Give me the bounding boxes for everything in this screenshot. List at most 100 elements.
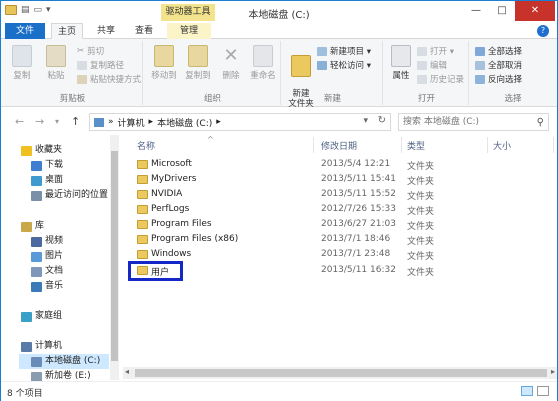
- table-row[interactable]: Windows 2013/7/1 23:48 文件夹: [133, 247, 553, 262]
- up-button[interactable]: ↑: [71, 115, 80, 128]
- title-bar: ▤ ▭ ▾ 驱动器工具 本地磁盘 (C:) — □ ✕: [1, 1, 557, 23]
- new-item-button[interactable]: 新建项目 ▾: [317, 45, 371, 57]
- select-all-button[interactable]: 全部选择: [475, 45, 522, 57]
- select-none-button[interactable]: 全部取消: [475, 59, 522, 71]
- sort-indicator-icon: ^: [207, 135, 214, 144]
- properties-button[interactable]: 属性: [387, 45, 415, 81]
- close-button[interactable]: ✕: [515, 1, 555, 21]
- column-header-name[interactable]: 名称: [137, 139, 155, 152]
- search-icon[interactable]: ⚲: [537, 115, 544, 131]
- tab-view[interactable]: 查看: [129, 23, 159, 39]
- forward-button[interactable]: →: [35, 115, 44, 128]
- nav-homegroup[interactable]: 家庭组: [21, 309, 62, 324]
- table-row[interactable]: NVIDIA 2013/5/11 15:52 文件夹: [133, 187, 553, 202]
- column-header-type[interactable]: 类型: [407, 139, 425, 152]
- table-row[interactable]: PerfLogs 2012/7/26 15:33 文件夹: [133, 202, 553, 217]
- nav-favorites[interactable]: 收藏夹: [21, 143, 62, 158]
- invert-selection-icon: [475, 74, 485, 84]
- select-none-icon: [475, 60, 485, 70]
- table-row[interactable]: MyDrivers 2013/5/11 15:41 文件夹: [133, 172, 553, 187]
- column-divider[interactable]: [313, 137, 314, 153]
- back-button[interactable]: ←: [15, 115, 24, 128]
- breadcrumb-separator[interactable]: ▸: [216, 117, 221, 127]
- paste-shortcut-icon: [77, 74, 87, 84]
- breadcrumb-root[interactable]: »: [108, 117, 114, 127]
- scroll-right-icon[interactable]: ▸: [551, 367, 555, 376]
- drive-c-icon: [31, 356, 42, 367]
- select-group-label: 选择: [504, 94, 522, 104]
- nav-libraries[interactable]: 库: [21, 219, 44, 234]
- move-to-button[interactable]: 移动到: [149, 45, 179, 81]
- address-row: ← → ▾ ↑ » 计算机 ▸ 本地磁盘 (C:) ▸ ▾ ↻ 搜索 本地磁盘 …: [1, 109, 557, 135]
- table-row[interactable]: Program Files 2013/6/27 21:03 文件夹: [133, 217, 553, 232]
- open-group-label: 打开: [417, 94, 435, 104]
- breadcrumb-computer[interactable]: 计算机: [118, 116, 145, 129]
- refresh-icon[interactable]: ↻: [378, 115, 386, 126]
- tab-file[interactable]: 文件: [5, 23, 45, 39]
- nav-videos[interactable]: 视频: [31, 234, 63, 249]
- breadcrumb-drive[interactable]: 本地磁盘 (C:): [157, 116, 212, 129]
- nav-pane-scrollbar-thumb[interactable]: [111, 151, 118, 361]
- nav-downloads[interactable]: 下载: [31, 158, 63, 173]
- nav-music[interactable]: 音乐: [31, 279, 63, 294]
- open-button[interactable]: 打开 ▾: [417, 45, 454, 57]
- search-input[interactable]: 搜索 本地磁盘 (C:) ⚲: [398, 113, 549, 131]
- nav-pane-scrollbar[interactable]: [110, 135, 119, 380]
- video-icon: [31, 236, 42, 247]
- address-dropdown-icon[interactable]: ▾: [363, 116, 368, 126]
- copy-button[interactable]: 复制: [7, 45, 37, 81]
- details-view-icon[interactable]: [521, 386, 533, 396]
- tab-home[interactable]: 主页: [51, 23, 83, 39]
- table-row[interactable]: 用户 2013/5/11 16:32 文件夹: [133, 263, 553, 278]
- copy-path-button[interactable]: 复制路径: [77, 59, 124, 71]
- invert-selection-button[interactable]: 反向选择: [475, 73, 522, 85]
- large-icons-view-icon[interactable]: [537, 386, 549, 396]
- breadcrumb-separator[interactable]: ▸: [149, 117, 154, 127]
- history-button[interactable]: 历史记录: [417, 73, 464, 85]
- horizontal-scrollbar[interactable]: ◂ ▸: [123, 367, 557, 379]
- edit-button[interactable]: 编辑: [417, 59, 447, 71]
- organize-group-label: 组织: [203, 94, 221, 104]
- easy-access-button[interactable]: 轻松访问 ▾: [317, 59, 371, 71]
- pictures-icon: [31, 251, 42, 262]
- column-divider[interactable]: [487, 137, 488, 153]
- help-icon[interactable]: ?: [537, 25, 549, 37]
- library-icon: [21, 221, 32, 232]
- nav-recent-places[interactable]: 最近访问的位置: [31, 188, 108, 203]
- scissors-icon: ✂: [77, 46, 85, 56]
- minimize-button[interactable]: —: [463, 1, 489, 21]
- new-group: 新建 文件夹 新建项目 ▾ 轻松访问 ▾ 新建: [283, 41, 383, 109]
- tab-share[interactable]: 共享: [91, 23, 121, 39]
- rename-button[interactable]: 重命名: [247, 45, 279, 81]
- column-header-date[interactable]: 修改日期: [321, 139, 357, 152]
- nav-documents[interactable]: 文档: [31, 264, 63, 279]
- folder-icon: [137, 160, 148, 169]
- status-bar: 8 个项目: [1, 381, 557, 401]
- recent-locations-button[interactable]: ▾: [55, 117, 59, 126]
- window-controls: — □ ✕: [463, 1, 555, 21]
- horizontal-scrollbar-thumb[interactable]: [135, 369, 547, 377]
- select-group: 全部选择 全部取消 反向选择 选择: [471, 41, 555, 105]
- table-row[interactable]: Program Files (x86) 2013/7/1 18:46 文件夹: [133, 232, 553, 247]
- folder-icon: [137, 175, 148, 184]
- maximize-button[interactable]: □: [489, 1, 515, 21]
- address-bar[interactable]: » 计算机 ▸ 本地磁盘 (C:) ▸ ▾ ↻: [89, 113, 391, 131]
- cut-button[interactable]: ✂ 剪切: [77, 45, 104, 57]
- paste-shortcut-button[interactable]: 粘贴快捷方式: [77, 73, 141, 85]
- nav-desktop[interactable]: 桌面: [31, 173, 63, 188]
- table-row[interactable]: Microsoft 2013/5/4 12:21 文件夹: [133, 157, 553, 172]
- view-switcher: [521, 386, 549, 396]
- column-divider[interactable]: [553, 137, 554, 153]
- column-divider[interactable]: [401, 137, 402, 153]
- nav-computer[interactable]: 计算机: [21, 339, 62, 354]
- tab-manage[interactable]: 管理: [167, 23, 211, 39]
- properties-icon: [391, 45, 411, 67]
- nav-pictures[interactable]: 图片: [31, 249, 63, 264]
- nav-drive-c[interactable]: 本地磁盘 (C:): [19, 354, 109, 369]
- scroll-left-icon[interactable]: ◂: [125, 367, 129, 376]
- copy-to-button[interactable]: 复制到: [183, 45, 213, 81]
- column-header-size[interactable]: 大小: [493, 139, 511, 152]
- paste-button[interactable]: 粘贴: [41, 45, 71, 81]
- select-all-icon: [475, 46, 485, 56]
- delete-button[interactable]: ✕ 删除: [217, 45, 245, 81]
